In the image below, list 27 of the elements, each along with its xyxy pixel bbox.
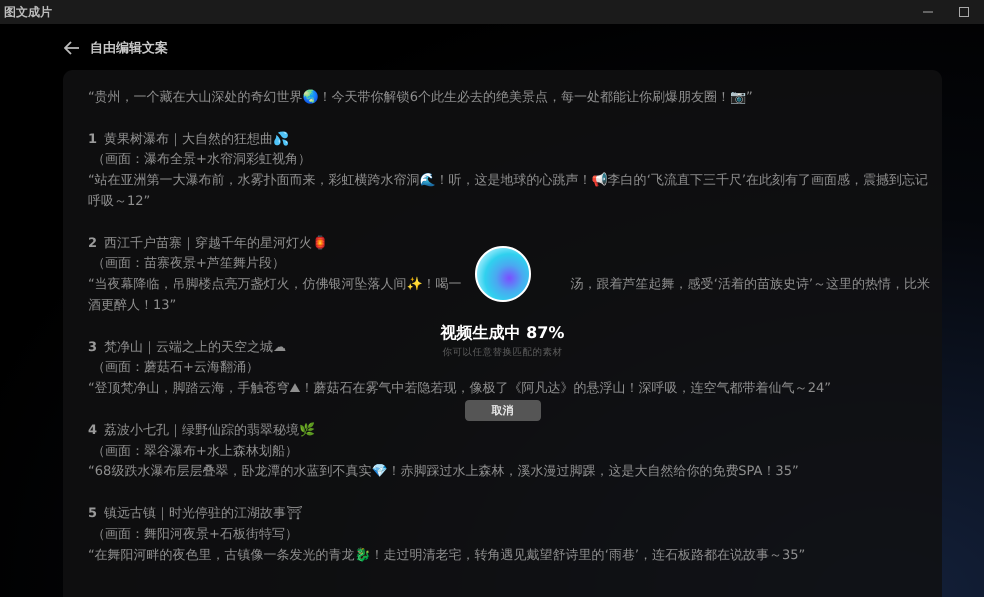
cancel-button[interactable]: 取消 — [464, 400, 540, 421]
maximize-icon — [958, 6, 970, 18]
window-title: 图文成片 — [4, 4, 52, 20]
section-title: 4 荔波小七孔｜绿野仙踪的翡翠秘境🌿 — [88, 422, 316, 440]
scene-text: （画面：蘑菇石+云海翻涌） — [91, 359, 259, 378]
progress-hint: 你可以任意替换匹配的素材 — [442, 346, 562, 360]
maximize-button[interactable] — [956, 4, 972, 20]
page-title: 自由编辑文案 — [90, 40, 168, 57]
quote-text: 酒更醉人！13” — [88, 296, 176, 315]
quote-text: “当夜幕降临，吊脚楼点亮万盏灯火，仿佛银河坠落人间✨！喝一 — [88, 276, 462, 294]
quote-text: “站在亚洲第一大瀑布前，水雾扑面而来，彩虹横跨水帘洞🌊！听，这是地球的心跳声！📢李白的‘飞流直下三千尺’在此刻有了画面感，震撼到忘记呼吸～12” — [88, 172, 929, 211]
quote-text: “在舞阳河畔的夜色里，古镇像一条发光的青龙🐉！走过明清老宅，转角遇见戴望舒诗里的‘雨巷’，连石板路都在说故事～35” — [88, 546, 806, 565]
section-title: 2 西江千户苗寨｜穿越千年的星河灯火🏮 — [88, 234, 328, 253]
scene-text: （画面：舞阳河夜景+石板街特写） — [91, 526, 298, 544]
scene-text: （画面：苗寨夜景+芦笙舞片段） — [91, 255, 285, 274]
intro-text: “贵州，一个藏在大山深处的奇幻世界🌏！今天带你解锁6个此生必去的绝美景点，每一处都能让你刷爆朋友圈！📷” — [88, 88, 753, 107]
back-arrow-icon — [64, 41, 80, 55]
quote-text: “登顶梵净山，脚踏云海，手触苍穹⛰！蘑菇石在雾气中若隐若现，像极了《阿凡达》的悬浮山！深呼吸，连空气都带着仙气～24” — [88, 380, 832, 398]
section-title: 3 梵净山｜云端之上的天空之城☁ — [88, 338, 286, 357]
quote-text: “68级跌水瀑布层层叠翠，卧龙潭的水蓝到不真实💎！赤脚踩过水上森林，溪水漫过脚踝，这是大自然给你的免费SPA！35” — [88, 463, 799, 482]
section-title: 5 镇远古镇｜时光停驻的江湖故事⛩ — [88, 504, 304, 523]
section-title: 1 黄果树瀑布｜大自然的狂想曲💦 — [88, 130, 290, 149]
back-button[interactable] — [64, 41, 80, 55]
quote-text: 汤，跟着芦笙起舞，感受‘活着的苗族史诗’～这里的热情，比米 — [570, 276, 930, 294]
scene-text: （画面：瀑布全景+水帘洞彩虹视角） — [91, 151, 311, 170]
progress-title: 视频生成中 87% — [440, 322, 564, 344]
scene-text: （画面：翠谷瀑布+水上森林划船） — [91, 442, 298, 461]
